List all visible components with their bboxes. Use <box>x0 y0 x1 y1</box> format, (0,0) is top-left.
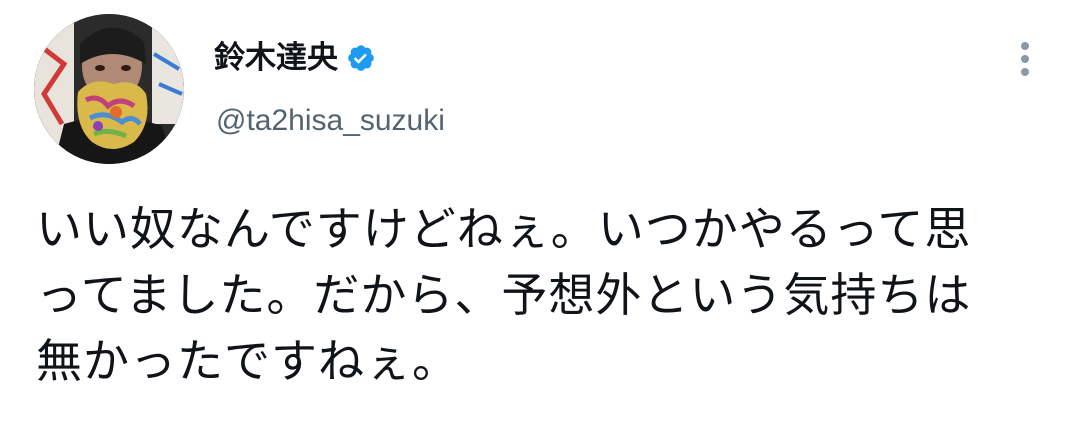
more-vertical-icon <box>1021 42 1029 50</box>
tweet-text: いい奴なんですけどねぇ。いつかやるって思 ってました。だから、予想外という気持ち… <box>36 196 1046 394</box>
avatar[interactable] <box>34 14 184 164</box>
more-options-button[interactable] <box>1010 34 1040 84</box>
tweet-text-line: 無かったですねぇ。 <box>36 334 459 388</box>
tweet-card: 鈴木達央 @ta2hisa_suzuki いい奴なんですけどねぇ。いつかやるって… <box>0 0 1080 443</box>
tweet-text-line: ってました。だから、予想外という気持ちは <box>36 268 972 322</box>
username-handle[interactable]: @ta2hisa_suzuki <box>216 106 445 136</box>
verified-badge-icon <box>346 43 376 73</box>
more-vertical-icon <box>1021 55 1029 63</box>
more-vertical-icon <box>1021 68 1029 76</box>
author-name-row: 鈴木達央 <box>214 36 376 80</box>
tweet-text-line: いい奴なんですけどねぇ。いつかやるって思 <box>36 202 972 256</box>
display-name[interactable]: 鈴木達央 <box>214 42 338 74</box>
avatar-image <box>34 14 184 164</box>
